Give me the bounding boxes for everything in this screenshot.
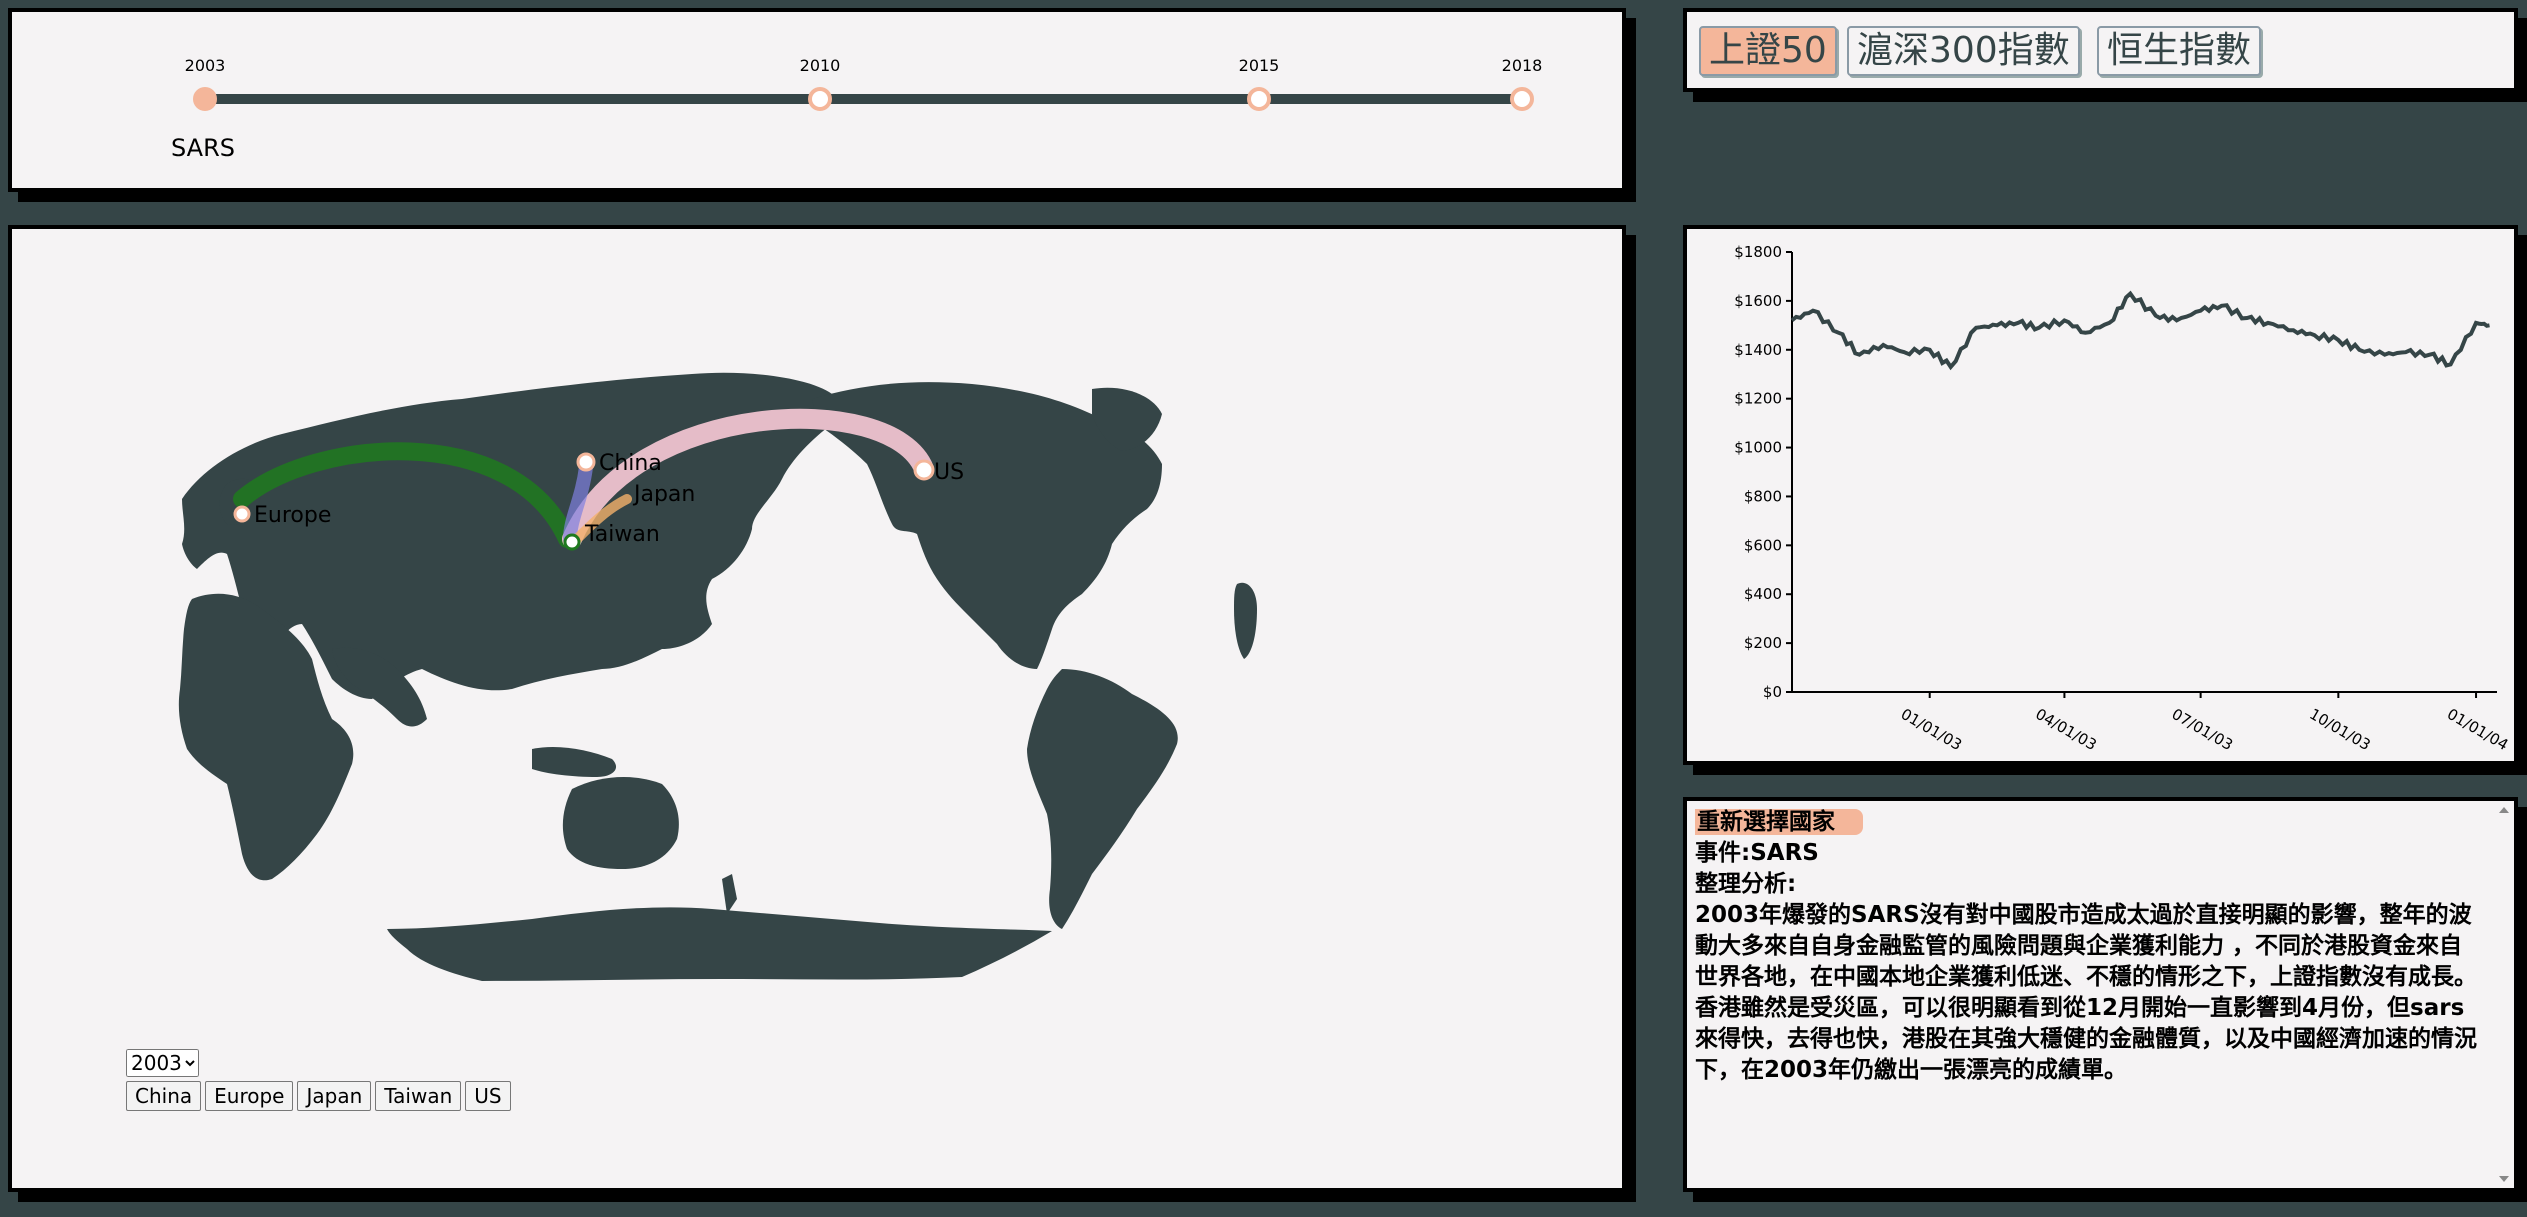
y-tick-label: $800	[1744, 487, 1782, 505]
timeline-track	[205, 94, 1522, 104]
x-tick-label: 07/01/03	[2169, 705, 2236, 754]
label-japan: Japan	[632, 482, 695, 507]
timeline-panel: 2003 2010 2015 2018 SARS	[8, 8, 1626, 192]
analysis-body: 2003年爆發的SARS沒有對中國股市造成太過於直接明顯的影響，整年的波動大多來…	[1695, 902, 2477, 1083]
world-map: China Japan Taiwan Europe US	[178, 372, 1257, 981]
scroll-up-arrow-icon[interactable]	[2499, 807, 2509, 813]
timeline-year-label: 2003	[184, 56, 226, 75]
country-button-europe[interactable]: Europe	[205, 1081, 294, 1111]
marker-taiwan[interactable]	[563, 533, 581, 551]
map-panel: China Japan Taiwan Europe US 2003 China E…	[8, 225, 1626, 1192]
info-text: 重新選擇國家 事件:SARS 整理分析: 2003年爆發的SARS沒有對中國股市…	[1695, 807, 2484, 1086]
x-axis: 01/01/03 04/01/03 07/01/03 10/01/03 01/01/04	[1792, 691, 2511, 754]
label-taiwan: Taiwan	[584, 522, 660, 547]
australia-landmass	[562, 777, 679, 869]
y-tick-label: $1800	[1734, 243, 1782, 261]
atlantic-island	[1234, 582, 1257, 659]
country-button-china[interactable]: China	[126, 1081, 202, 1111]
marker-us[interactable]	[913, 459, 935, 481]
south-america-landmass	[1027, 669, 1178, 929]
x-tick-label: 01/01/03	[1898, 705, 1965, 754]
map-controls: 2003 China Europe Japan Taiwan US	[126, 1049, 515, 1111]
y-axis: $0 $200 $400 $600 $800 $1000 $1200 $1400 $1600 $1…	[1734, 243, 1793, 701]
event-line: 事件:SARS	[1695, 840, 1819, 866]
index-button-hang-seng[interactable]: 恒生指數	[2097, 26, 2262, 76]
timeline-node-2018[interactable]	[1510, 87, 1534, 111]
price-chart: $0 $200 $400 $600 $800 $1000 $1200 $1400 $1600 $1…	[1734, 243, 2511, 754]
scroll-down-arrow-icon[interactable]	[2499, 1176, 2509, 1182]
year-select[interactable]: 2003	[126, 1049, 199, 1077]
y-tick-label: $1200	[1734, 390, 1782, 408]
x-tick-label: 01/01/04	[2444, 705, 2511, 754]
y-tick-label: $200	[1744, 634, 1782, 652]
scrollbar[interactable]	[2494, 801, 2514, 1188]
x-tick-label: 10/01/03	[2306, 705, 2373, 754]
x-tick-label: 04/01/03	[2032, 705, 2099, 754]
timeline-year-label: 2018	[1501, 56, 1543, 75]
chart-panel: $0 $200 $400 $600 $800 $1000 $1200 $1400 $1600 $1…	[1683, 225, 2518, 765]
y-tick-label: $1600	[1734, 292, 1782, 310]
price-line	[1790, 290, 2490, 371]
y-tick-label: $1400	[1734, 341, 1782, 359]
timeline-year-label: 2010	[799, 56, 841, 75]
marker-china[interactable]	[576, 452, 596, 472]
country-button-taiwan[interactable]: Taiwan	[375, 1081, 462, 1111]
y-tick-label: $0	[1763, 683, 1782, 701]
country-button-japan[interactable]: Japan	[297, 1081, 372, 1111]
event-label: SARS	[171, 134, 236, 162]
timeline-node-2003[interactable]	[193, 87, 217, 111]
new-zealand-landmass	[722, 874, 737, 914]
y-tick-label: $1000	[1734, 439, 1782, 457]
timeline-node-2015[interactable]	[1247, 87, 1271, 111]
label-us: US	[934, 460, 964, 485]
reselect-country-button[interactable]: 重新選擇國家	[1695, 809, 1863, 835]
country-button-us[interactable]: US	[465, 1081, 511, 1111]
southeast-asia-islands	[532, 747, 617, 777]
info-panel: 重新選擇國家 事件:SARS 整理分析: 2003年爆發的SARS沒有對中國股市…	[1683, 797, 2518, 1192]
marker-europe[interactable]	[233, 505, 251, 523]
antarctica-landmass	[387, 907, 1052, 981]
index-button-csi300[interactable]: 滬深300指數	[1847, 26, 2080, 76]
label-europe: Europe	[254, 503, 331, 528]
label-china: China	[599, 451, 662, 476]
timeline-year-label: 2015	[1238, 56, 1280, 75]
y-tick-label: $600	[1744, 536, 1782, 554]
analysis-title: 整理分析:	[1695, 871, 1797, 897]
y-tick-label: $400	[1744, 585, 1782, 603]
index-selector-panel: 上證50 滬深300指數 恒生指數	[1683, 8, 2518, 92]
index-button-sse50[interactable]: 上證50	[1699, 26, 1837, 76]
timeline-node-2010[interactable]	[808, 87, 832, 111]
